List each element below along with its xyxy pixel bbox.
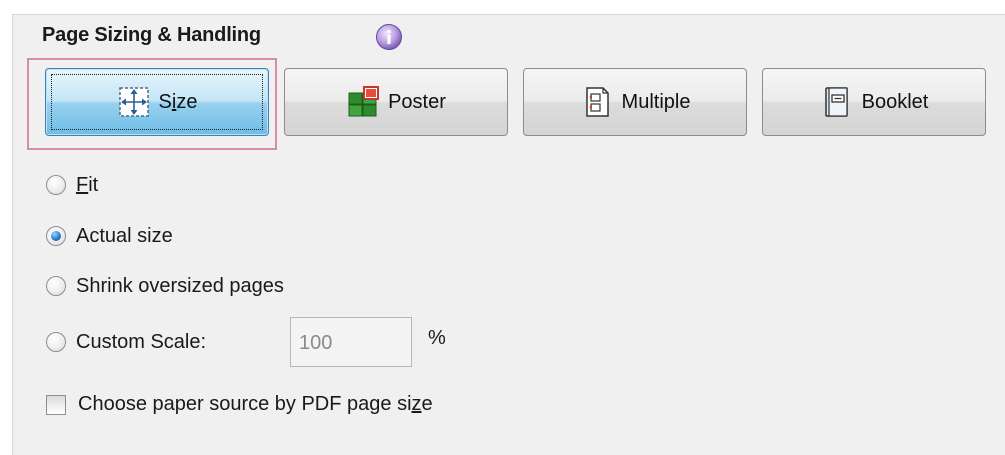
multiple-button[interactable]: Multiple [523, 68, 747, 136]
size-button[interactable]: Size [45, 68, 269, 136]
actual-size-option[interactable]: Actual size [46, 221, 173, 251]
percent-unit: % [428, 327, 446, 349]
fit-label: Fit [76, 173, 99, 196]
poster-button-label: Poster [388, 90, 446, 113]
focus-ring [51, 74, 263, 130]
fit-radio[interactable] [46, 175, 66, 195]
poster-tiles-icon [348, 86, 380, 117]
custom-scale-option[interactable]: Custom Scale: [46, 327, 206, 357]
shrink-oversized-radio[interactable] [46, 276, 66, 296]
multiple-button-label: Multiple [621, 90, 691, 113]
paper-source-option[interactable]: Choose paper source by PDF page size [46, 393, 433, 416]
actual-size-label: Actual size [76, 224, 173, 247]
paper-source-checkbox[interactable] [46, 394, 66, 415]
section-title: Page Sizing & Handling [42, 24, 261, 46]
shrink-oversized-label: Shrink oversized pages [76, 274, 284, 297]
booklet-button[interactable]: Booklet [762, 68, 986, 136]
size-arrows-icon [118, 87, 149, 117]
paper-source-label: Choose paper source by PDF page size [78, 393, 433, 415]
shrink-oversized-option[interactable]: Shrink oversized pages [46, 271, 284, 301]
poster-button[interactable]: Poster [284, 68, 508, 136]
custom-scale-radio[interactable] [46, 332, 66, 352]
custom-scale-input[interactable] [290, 317, 412, 367]
size-button-label: Size [158, 90, 198, 113]
custom-scale-label: Custom Scale: [76, 330, 207, 353]
multiple-pages-icon [585, 87, 609, 117]
booklet-button-label: Booklet [861, 90, 929, 113]
actual-size-radio[interactable] [46, 226, 66, 246]
info-icon[interactable] [375, 23, 403, 51]
fit-option[interactable]: Fit [46, 170, 98, 200]
booklet-icon [824, 87, 848, 117]
